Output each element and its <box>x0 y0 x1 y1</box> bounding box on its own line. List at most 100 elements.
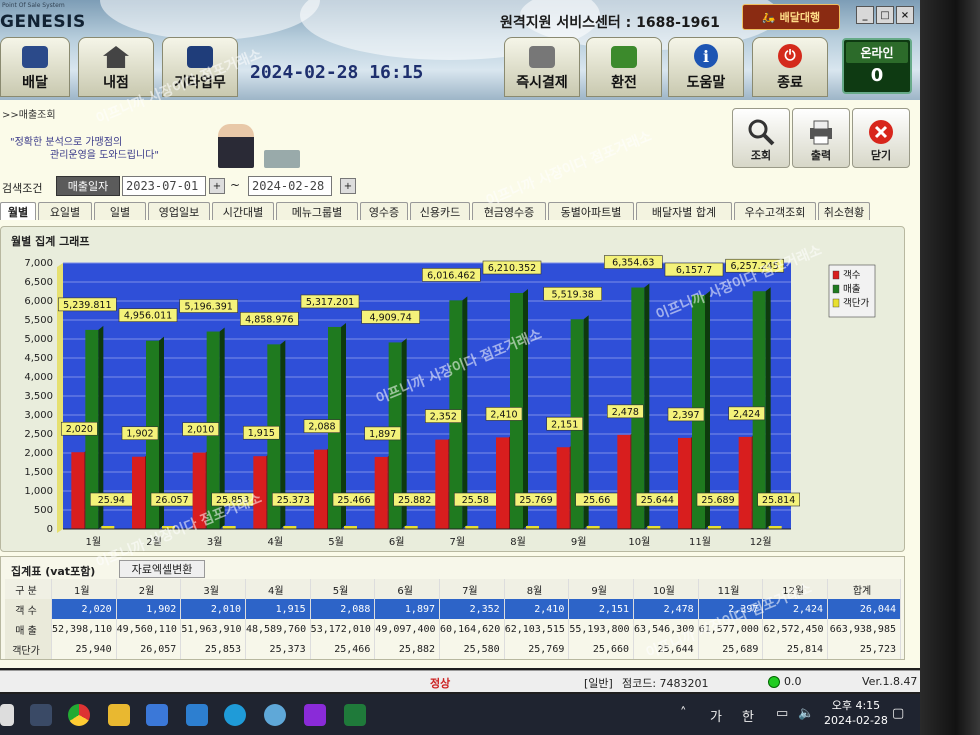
tab-7[interactable]: 신용카드 <box>410 202 470 220</box>
print-label: 출력 <box>810 149 832 162</box>
legend-label: 객수 <box>843 270 861 281</box>
network-icon[interactable]: ▭ <box>776 706 788 721</box>
task-view-icon[interactable] <box>30 704 52 726</box>
nav-dine-in-button[interactable]: 내점 <box>78 37 154 97</box>
volume-icon[interactable]: 🔈 <box>798 706 814 721</box>
language-indicator[interactable]: 한 <box>742 706 754 725</box>
ime-mode[interactable]: 가 <box>710 706 722 725</box>
bar-sales-side <box>644 283 650 529</box>
y-tick-label: 5,500 <box>24 315 53 326</box>
notification-icon[interactable]: ▢ <box>892 706 904 721</box>
tab-5[interactable]: 메뉴그룹별 <box>276 202 358 220</box>
nav-exchange-button[interactable]: 환전 <box>586 37 662 97</box>
status-state: 정상 <box>430 677 451 690</box>
table-cell: 49,097,400 <box>374 619 441 639</box>
x-tick-label: 4월 <box>268 536 284 548</box>
table-cell: 60,164,620 <box>439 619 505 639</box>
monitor-bezel <box>920 0 980 735</box>
mail-icon[interactable] <box>186 704 208 726</box>
money-icon <box>611 46 637 68</box>
date-from-field[interactable]: 2023-07-01 <box>122 176 206 196</box>
sales-data-label: 5,239.811 <box>63 300 111 311</box>
nav-instant-pay-button[interactable]: 즉시결제 <box>504 37 580 97</box>
delivery-agency-label: 배달대행 <box>779 11 821 24</box>
summary-table: 구 분 1월 2월 3월 4월 5월 6월 7월 8월 9월 10월 11월 12월 합계 객 수 2,020… <box>5 579 901 659</box>
close-window-button[interactable]: × <box>896 6 914 24</box>
banner-text: "정확한 분석으로 가맹점의 관리운영을 도와드립니다" <box>10 136 159 162</box>
table-header-cell: 1월 <box>51 579 117 599</box>
nav-other-tasks-button[interactable]: 기타업무 <box>162 37 238 97</box>
avg-price-data-label: 25.644 <box>641 495 674 506</box>
tab-0[interactable]: 월별 <box>0 202 36 220</box>
pos-app-icon[interactable] <box>264 704 286 726</box>
tab-12[interactable]: 취소현황 <box>818 202 870 220</box>
header-bar: Point Of Sale System GENESIS 배달 내점 기타업무 … <box>0 0 920 100</box>
x-tick-label: 12월 <box>750 536 772 548</box>
x-tick-label: 8월 <box>510 536 526 548</box>
table-row[interactable]: 매 출 52,398,110 49,560,110 51,963,910 48,589,… <box>5 619 901 639</box>
table-cell: 2,424 <box>762 599 829 619</box>
chevron-up-icon[interactable]: ˄ <box>680 706 687 721</box>
app-s-icon[interactable] <box>304 704 326 726</box>
table-cell: 48,589,760 <box>245 619 311 639</box>
monthly-bar-chart: 0 500 1,000 1,500 2,000 2,500 3,000 3,500 4,000 4… <box>1 247 901 549</box>
tab-1[interactable]: 요일별 <box>38 202 92 220</box>
date-from-picker-button[interactable]: + <box>209 178 225 194</box>
date-to-picker-button[interactable]: + <box>340 178 356 194</box>
status-bar: 정상 [일반] 점코드: 7483201 0.0 Ver.1.8.47 <box>0 670 920 692</box>
banner: "정확한 분석으로 가맹점의 관리운영을 도와드립니다" <box>4 120 304 170</box>
table-header-cell: 구 분 <box>5 579 52 599</box>
start-icon[interactable] <box>0 704 14 726</box>
x-tick-label: 5월 <box>328 536 344 548</box>
x-tick-label: 3월 <box>207 536 223 548</box>
table-cell: 25,373 <box>245 639 311 659</box>
search-button[interactable]: 조회 <box>732 108 790 168</box>
tab-4[interactable]: 시간대별 <box>212 202 274 220</box>
table-cell: 25,769 <box>504 639 570 659</box>
scooter-icon: 🛵 <box>761 10 776 24</box>
customers-data-label: 1,897 <box>369 429 396 440</box>
store-icon[interactable] <box>146 704 168 726</box>
table-header-cell: 7월 <box>439 579 505 599</box>
nav-label: 즉시결제 <box>516 75 568 91</box>
sales-data-label: 6,354.63 <box>612 258 654 269</box>
x-tick-label: 1월 <box>86 536 102 548</box>
date-range-separator: ~ <box>230 178 241 192</box>
nav-delivery-button[interactable]: 배달 <box>0 37 70 97</box>
chrome-icon[interactable] <box>68 704 90 726</box>
nav-label: 배달 <box>22 75 48 91</box>
tab-2[interactable]: 일별 <box>94 202 146 220</box>
maximize-button[interactable]: □ <box>876 6 894 24</box>
edge-icon[interactable] <box>224 704 246 726</box>
delivery-agency-button[interactable]: 🛵 배달대행 <box>742 4 840 30</box>
export-excel-button[interactable]: 자료엑셀변환 <box>119 560 205 578</box>
excel-icon[interactable] <box>344 704 366 726</box>
nav-exit-button[interactable]: ⏻ 종료 <box>752 37 828 97</box>
date-type-selector[interactable]: 매출일자 <box>56 176 120 196</box>
table-row[interactable]: 객단가 25,940 26,057 25,853 25,373 25,466 25,882 2… <box>5 639 901 659</box>
clock-date: 2024-02-28 <box>824 714 888 727</box>
table-row[interactable]: 객 수 2,020 1,902 2,010 1,915 2,088 1,897 2,352 2,… <box>5 599 901 619</box>
bar-customers <box>435 439 449 529</box>
print-button[interactable]: 출력 <box>792 108 850 168</box>
bar-customers <box>496 437 509 529</box>
close-button[interactable]: 닫기 <box>852 108 910 168</box>
nav-help-button[interactable]: i 도움말 <box>668 37 744 97</box>
minimize-button[interactable]: _ <box>856 6 874 24</box>
taskbar-clock[interactable]: 오후 4:15 2024-02-28 <box>824 698 888 728</box>
table-cell: 2,397 <box>698 599 764 619</box>
tab-3[interactable]: 영업일보 <box>148 202 210 220</box>
tab-8[interactable]: 현금영수증 <box>472 202 546 220</box>
date-to-field[interactable]: 2024-02-28 <box>248 176 332 196</box>
row-label: 객단가 <box>5 639 52 659</box>
tab-9[interactable]: 동별아파트별 <box>548 202 634 220</box>
sales-data-label: 6,257.245 <box>730 261 778 272</box>
row-label: 매 출 <box>5 619 52 639</box>
tab-11[interactable]: 우수고객조회 <box>734 202 816 220</box>
table-cell: 25,882 <box>374 639 441 659</box>
file-explorer-icon[interactable] <box>108 704 130 726</box>
legend-swatch <box>832 298 840 308</box>
sales-data-label: 5,196.391 <box>184 302 232 313</box>
tab-6[interactable]: 영수증 <box>360 202 408 220</box>
tab-10[interactable]: 배달자별 합계 <box>636 202 732 220</box>
